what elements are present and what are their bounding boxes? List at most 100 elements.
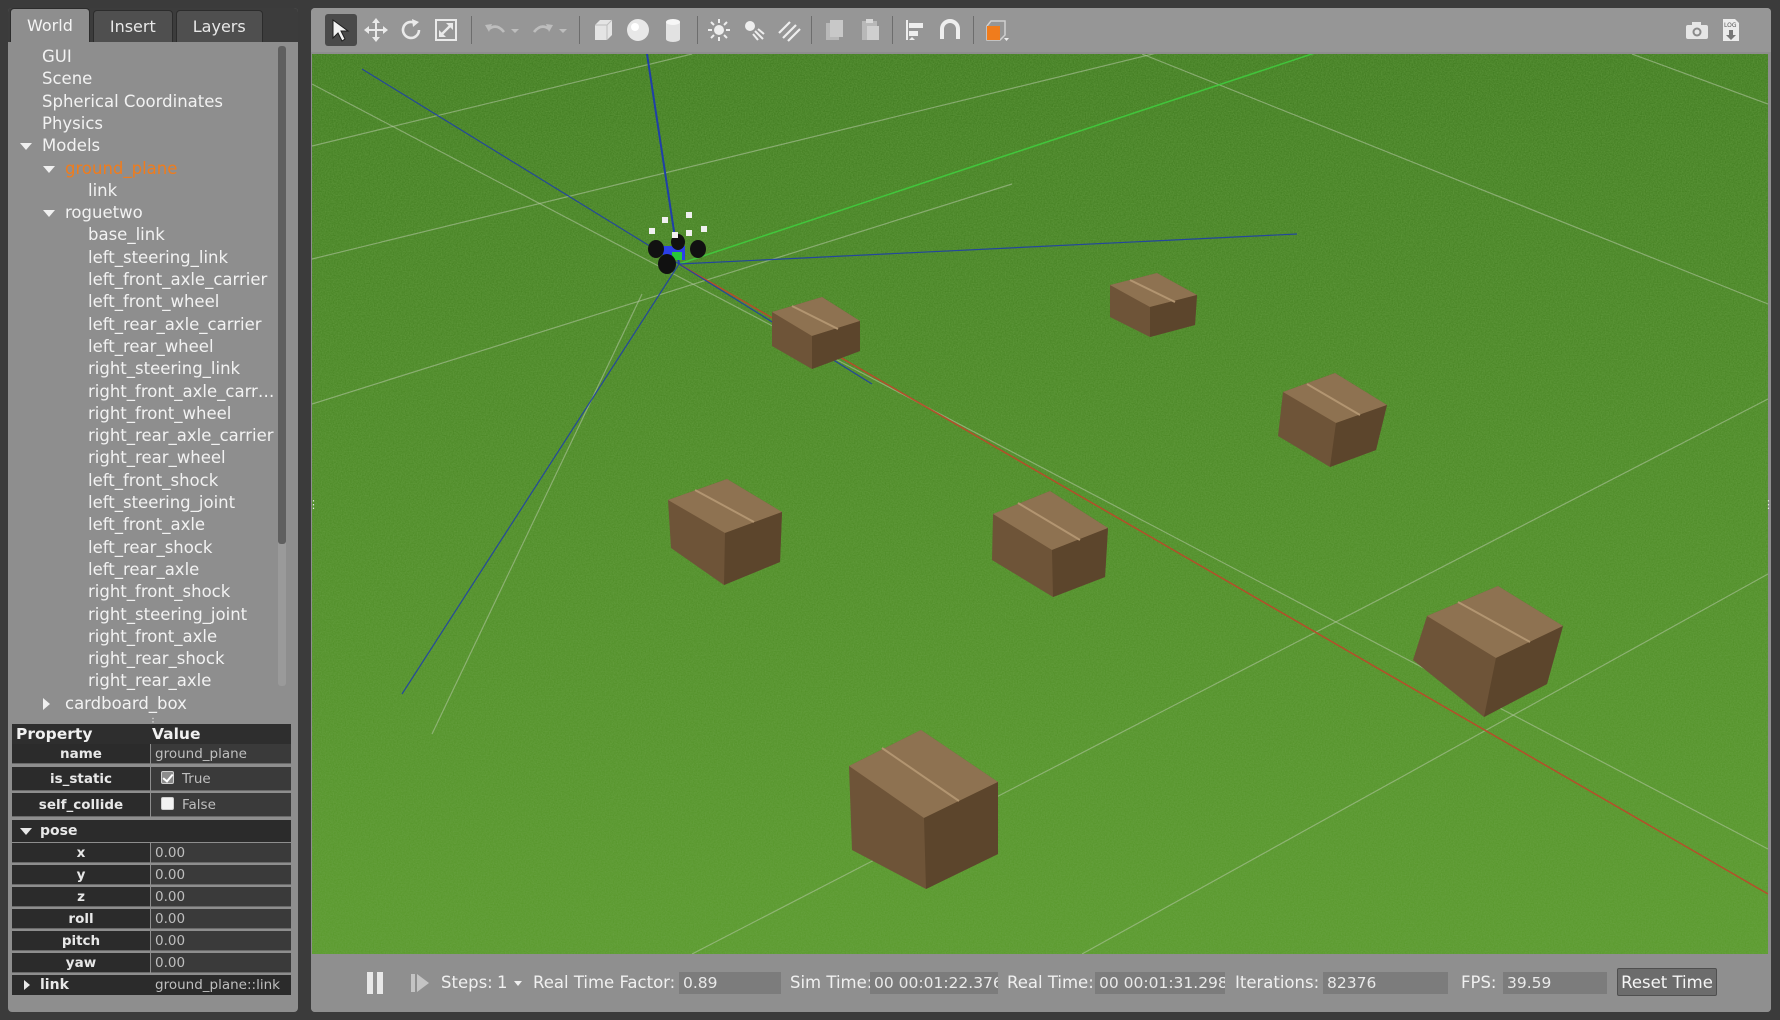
tree-item[interactable]: left_front_wheel [12, 291, 278, 313]
pause-button[interactable] [367, 972, 385, 994]
align-icon[interactable] [899, 14, 931, 46]
tab-insert[interactable]: Insert [92, 10, 173, 42]
tree-item[interactable]: left_steering_joint [12, 492, 278, 514]
scale-icon[interactable] [430, 14, 462, 46]
scene-viewport[interactable] [312, 54, 1768, 954]
tab-world[interactable]: World [10, 8, 90, 42]
chevron-down-icon[interactable] [43, 165, 55, 173]
paste-icon[interactable] [854, 14, 886, 46]
step-arrow-icon [417, 974, 429, 992]
tree-item[interactable]: left_rear_axle [12, 559, 278, 581]
prop-row-name[interactable]: name ground_plane [12, 744, 291, 764]
reset-time-button[interactable]: Reset Time [1617, 968, 1717, 996]
translate-icon[interactable] [360, 14, 392, 46]
tree-item[interactable]: GUI [12, 46, 278, 68]
tree-item[interactable]: left_steering_link [12, 247, 278, 269]
tree-item[interactable]: right_front_wheel [12, 403, 278, 425]
tree-item[interactable]: right_rear_shock [12, 648, 278, 670]
right-splitter-handle[interactable]: ⋮ [1763, 499, 1771, 517]
log-record-icon[interactable]: LOG [1715, 14, 1747, 46]
copy-icon[interactable] [819, 14, 851, 46]
tree-item[interactable]: right_rear_axle [12, 670, 278, 692]
cylinder-shape-icon[interactable] [657, 14, 689, 46]
tree-item[interactable]: left_rear_shock [12, 537, 278, 559]
prop-row-roll[interactable]: roll 0.00 [12, 909, 291, 929]
prop-pitch-value[interactable]: 0.00 [151, 931, 291, 951]
box-shape-icon[interactable] [587, 14, 619, 46]
tree-item[interactable]: right_rear_axle_carrier [12, 425, 278, 447]
tree-item-label: right_steering_link [88, 359, 241, 379]
prop-row-yaw[interactable]: yaw 0.00 [12, 953, 291, 973]
point-light-icon[interactable] [703, 14, 735, 46]
tree-item[interactable]: Spherical Coordinates [12, 91, 278, 113]
rotate-icon[interactable] [395, 14, 427, 46]
prop-row-y[interactable]: y 0.00 [12, 865, 291, 885]
prop-z-value[interactable]: 0.00 [151, 887, 291, 907]
screenshot-camera-icon[interactable] [1681, 14, 1713, 46]
prop-section-link[interactable]: link ground_plane::link [12, 975, 291, 995]
prop-row-is-static[interactable]: is_static True [12, 767, 291, 791]
tree-item[interactable]: cardboard_box [12, 693, 278, 715]
property-table-header: Property Value [12, 724, 291, 744]
tree-item-label: right_rear_shock [88, 649, 225, 669]
chevron-down-icon [20, 827, 32, 835]
prop-x-value[interactable]: 0.00 [151, 843, 291, 863]
tree-item[interactable]: link [12, 180, 278, 202]
prop-row-z[interactable]: z 0.00 [12, 887, 291, 907]
tree-item[interactable]: Models [12, 135, 278, 157]
prop-roll-value[interactable]: 0.00 [151, 909, 291, 929]
is-static-checkbox[interactable] [161, 771, 174, 784]
redo-history-icon[interactable] [555, 14, 571, 46]
prop-x-label: x [12, 843, 150, 863]
tree-item-label: right_rear_axle_carrier [88, 426, 274, 446]
tree-item-label: left_front_shock [88, 470, 219, 490]
tree-item[interactable]: left_front_axle [12, 514, 278, 536]
prop-y-value[interactable]: 0.00 [151, 865, 291, 885]
view-angle-icon[interactable] [981, 14, 1013, 46]
prop-row-pitch[interactable]: pitch 0.00 [12, 931, 291, 951]
snap-magnet-icon[interactable] [934, 14, 966, 46]
prop-pose-label: pose [40, 823, 78, 839]
tree-item-label: right_front_wheel [88, 403, 232, 423]
tree-item[interactable]: ground_plane [12, 158, 278, 180]
prop-self-collide-value: False [182, 797, 216, 813]
chevron-down-icon[interactable] [43, 210, 55, 218]
spot-light-icon[interactable] [738, 14, 770, 46]
tree-item[interactable]: Scene [12, 68, 278, 90]
tree-item[interactable]: right_steering_joint [12, 604, 278, 626]
tree-item[interactable]: left_rear_axle_carrier [12, 314, 278, 336]
chevron-down-icon[interactable] [20, 143, 32, 151]
sphere-shape-icon[interactable] [622, 14, 654, 46]
select-arrow-icon[interactable] [325, 14, 357, 46]
tree-item[interactable]: right_steering_link [12, 358, 278, 380]
status-bar: Steps: 1 Real Time Factor: 0.89 Sim Time… [311, 954, 1771, 1012]
steps-spinbox[interactable]: 1 [497, 973, 522, 993]
prop-section-pose[interactable]: pose [12, 820, 291, 842]
tree-item-label: left_rear_axle [88, 559, 200, 579]
fps-value: 39.59 [1503, 972, 1607, 994]
tree-item[interactable]: right_rear_wheel [12, 447, 278, 469]
tree-item[interactable]: left_front_axle_carrier [12, 269, 278, 291]
self-collide-checkbox[interactable] [161, 797, 174, 810]
tree-item-label: left_front_axle [88, 515, 206, 535]
tree-item-label: base_link [88, 225, 165, 245]
tree-scrollbar-thumb[interactable] [278, 46, 286, 544]
step-button[interactable] [411, 972, 429, 994]
tree-item[interactable]: left_rear_wheel [12, 336, 278, 358]
tree-item[interactable]: right_front_axle_carr… [12, 381, 278, 403]
prop-row-x[interactable]: x 0.00 [12, 843, 291, 863]
left-splitter-handle[interactable]: ⋮ [311, 499, 319, 517]
tree-item[interactable]: roguetwo [12, 202, 278, 224]
tab-layers[interactable]: Layers [175, 10, 263, 42]
tree-item[interactable]: Physics [12, 113, 278, 135]
step-bar [411, 974, 415, 992]
tree-item[interactable]: right_front_axle [12, 626, 278, 648]
chevron-right-icon[interactable] [43, 697, 50, 710]
prop-yaw-value[interactable]: 0.00 [151, 953, 291, 973]
tree-item[interactable]: base_link [12, 224, 278, 246]
undo-history-icon[interactable] [507, 14, 523, 46]
directional-light-icon[interactable] [773, 14, 805, 46]
tree-item[interactable]: right_front_shock [12, 581, 278, 603]
tree-item[interactable]: left_front_shock [12, 470, 278, 492]
prop-row-self-collide[interactable]: self_collide False [12, 793, 291, 817]
